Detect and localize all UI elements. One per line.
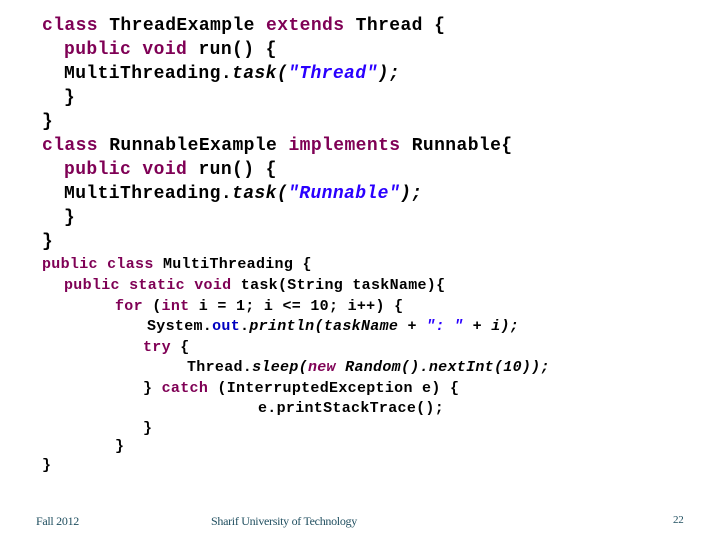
code-token: (InterruptedException e) { — [217, 380, 460, 397]
code-token: sleep( — [252, 359, 308, 376]
code-token: run() { — [198, 160, 277, 180]
code-line: public class MultiThreading { — [42, 256, 312, 273]
code-token: MultiThreading. — [64, 184, 233, 204]
code-line: public static void task(String taskName)… — [64, 277, 445, 294]
code-line: } — [143, 420, 152, 437]
code-token: println(taskName + — [249, 318, 427, 335]
code-token: } — [42, 232, 54, 252]
code-token: } — [64, 208, 76, 228]
code-keyword: catch — [161, 380, 218, 397]
code-token: ( — [276, 184, 289, 204]
code-token: ); — [377, 64, 401, 84]
code-keyword: try — [143, 339, 181, 356]
code-keyword: class — [107, 256, 163, 273]
code-line: MultiThreading.task("Runnable"); — [64, 184, 422, 204]
code-token: RunnableExample — [109, 136, 289, 156]
code-string: ": " — [426, 318, 464, 335]
code-token: Runnable{ — [411, 136, 513, 156]
code-line: } catch (InterruptedException e) { — [143, 380, 459, 397]
code-token: ( — [152, 298, 162, 315]
code-token: } — [143, 380, 162, 397]
code-keyword: public — [64, 40, 143, 60]
code-keyword: extends — [266, 16, 356, 36]
code-keyword: public — [64, 160, 143, 180]
code-token: } — [115, 438, 125, 455]
code-token: ( — [276, 64, 289, 84]
code-keyword: class — [42, 136, 110, 156]
footer-institution: Sharif University of Technology — [211, 514, 357, 528]
code-line: for (int i = 1; i <= 10; i++) { — [115, 298, 403, 315]
code-keyword: new — [307, 359, 346, 376]
code-keyword: void — [142, 40, 199, 60]
code-token: } — [64, 88, 76, 108]
code-line: } — [42, 232, 53, 252]
code-token: task — [232, 64, 277, 84]
code-line: } — [64, 88, 75, 108]
code-token: ); — [400, 184, 423, 204]
code-token: MultiThreading { — [162, 256, 312, 273]
code-keyword: class — [42, 16, 110, 36]
footer-term: Fall 2012 — [36, 514, 79, 528]
code-token: Thread. — [187, 359, 253, 376]
code-line: } — [42, 457, 51, 474]
code-line: MultiThreading.task("Thread"); — [64, 64, 400, 84]
code-string: "Thread" — [288, 64, 378, 84]
code-token: Random().nextInt(10)); — [345, 359, 550, 376]
code-line: } — [64, 208, 75, 228]
code-line: } — [42, 112, 53, 132]
code-keyword: public — [64, 277, 130, 294]
slide-number: 22 — [673, 514, 684, 526]
code-keyword: void — [142, 160, 199, 180]
code-line: class RunnableExample implements Runnabl… — [42, 136, 513, 156]
code-token: Thread { — [355, 16, 446, 36]
code-token: ThreadExample — [109, 16, 267, 36]
code-token: e.printStackTrace(); — [258, 400, 445, 417]
code-token: { — [180, 339, 190, 356]
code-keyword: public — [42, 256, 108, 273]
code-token: task(String taskName){ — [240, 277, 446, 294]
code-token: } — [143, 420, 153, 437]
code-token: . — [240, 318, 250, 335]
code-token: i = 1; i <= 10; i++) { — [198, 298, 404, 315]
code-keyword: implements — [288, 136, 412, 156]
code-string: "Runnable" — [288, 184, 401, 204]
code-token: task — [232, 184, 277, 204]
code-line: System.out.println(taskName + ": " + i); — [147, 318, 519, 335]
code-token: + i); — [463, 318, 520, 335]
code-token: run() { — [198, 40, 277, 60]
code-keyword: static — [129, 277, 195, 294]
code-token: } — [42, 112, 54, 132]
code-line: class ThreadExample extends Thread { — [42, 16, 445, 36]
code-token: System. — [147, 318, 213, 335]
code-line: try { — [143, 339, 190, 356]
code-token: out — [212, 318, 241, 335]
code-keyword: void — [194, 277, 241, 294]
code-line: e.printStackTrace(); — [258, 400, 444, 417]
code-token: } — [42, 457, 52, 474]
code-line: Thread.sleep(new Random().nextInt(10)); — [187, 359, 550, 376]
code-keyword: int — [161, 298, 199, 315]
code-keyword: for — [115, 298, 153, 315]
code-token: MultiThreading. — [64, 64, 233, 84]
code-line: } — [115, 438, 124, 455]
code-line: public void run() { — [64, 40, 277, 60]
code-line: public void run() { — [64, 160, 277, 180]
